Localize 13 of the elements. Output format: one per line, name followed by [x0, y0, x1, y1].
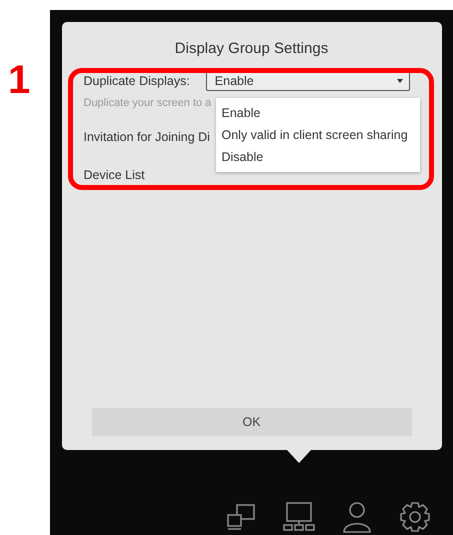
duplicate-displays-dropdown[interactable]: Enable — [206, 71, 410, 91]
ok-button[interactable]: OK — [92, 408, 412, 436]
hint-text: Duplicate your screen to a — [84, 97, 212, 109]
dropdown-option[interactable]: Only valid in client screen sharing — [216, 124, 420, 146]
field-label: Duplicate Displays: — [84, 74, 190, 88]
caret-icon — [396, 78, 404, 84]
settings-icon[interactable] — [397, 499, 433, 535]
dialog-title: Display Group Settings — [174, 40, 328, 57]
field-label: Device List — [84, 168, 145, 182]
field-label: Invitation for Joining Di — [84, 130, 210, 144]
step-number: 1 — [7, 58, 32, 102]
dropdown-option[interactable]: Disable — [216, 146, 420, 168]
dropdown-option[interactable]: Enable — [216, 102, 420, 124]
